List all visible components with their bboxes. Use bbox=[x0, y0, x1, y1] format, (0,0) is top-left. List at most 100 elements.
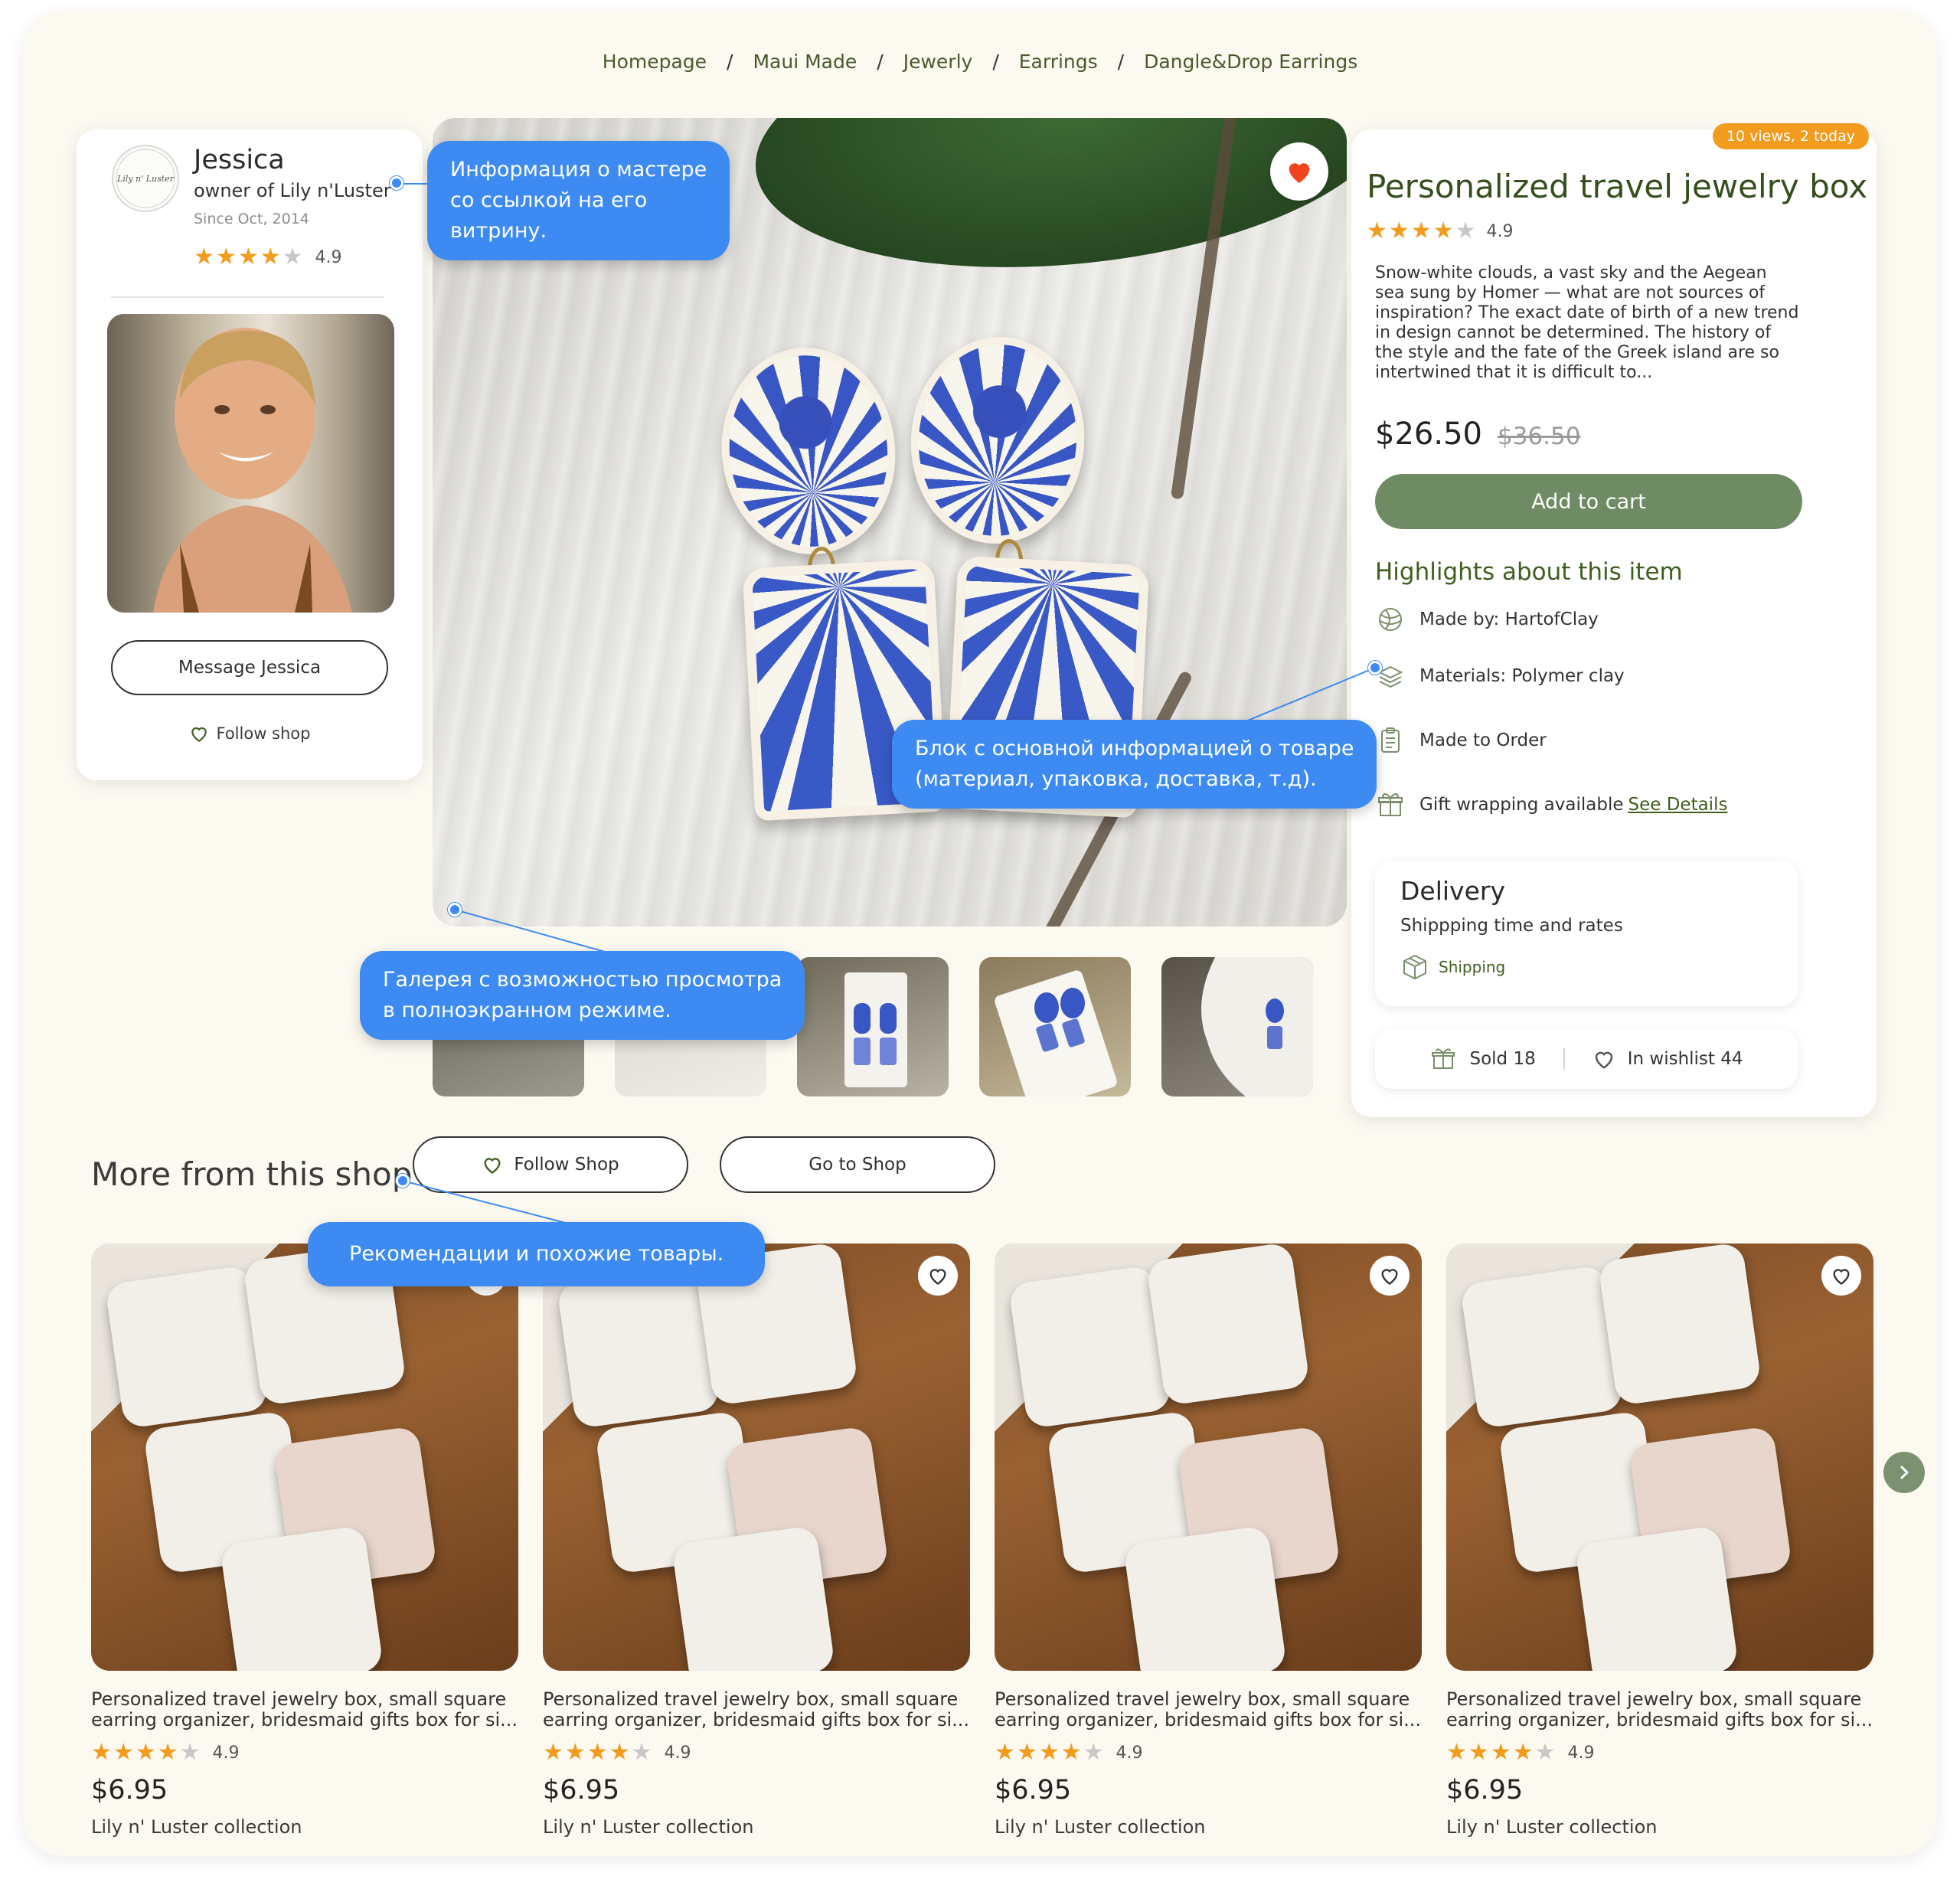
favorite-button[interactable] bbox=[1270, 142, 1328, 201]
star-empty-icon: ★ bbox=[631, 1739, 652, 1766]
sold-box-icon bbox=[1432, 1048, 1455, 1069]
recommendation-name[interactable]: Personalized travel jewelry box, small s… bbox=[995, 1689, 1422, 1730]
recommendation-name[interactable]: Personalized travel jewelry box, small s… bbox=[543, 1689, 970, 1730]
star-filled-icon: ★ bbox=[1367, 217, 1387, 244]
gallery-thumbnail[interactable] bbox=[979, 957, 1131, 1096]
thumbnail-earrings-card bbox=[995, 970, 1117, 1096]
highlight-text: Made by: HartofClay bbox=[1419, 610, 1599, 629]
recommendation-card[interactable]: Personalized travel jewelry box, small s… bbox=[1446, 1244, 1873, 1838]
message-seller-button[interactable]: Message Jessica bbox=[111, 640, 388, 695]
seller-name[interactable]: Jessica bbox=[194, 145, 285, 175]
divider bbox=[1563, 1048, 1565, 1070]
star-empty-icon: ★ bbox=[1455, 217, 1476, 244]
star-rating: ★ ★ ★ ★ ★ bbox=[1367, 220, 1476, 243]
heart-outline-icon bbox=[1381, 1269, 1398, 1285]
recommendation-card[interactable]: Personalized travel jewelry box, small s… bbox=[91, 1244, 518, 1838]
carousel-next-button[interactable] bbox=[1883, 1452, 1925, 1493]
delivery-card: Delivery Shippping time and rates Shippi… bbox=[1375, 861, 1798, 1006]
star-filled-icon: ★ bbox=[609, 1739, 630, 1766]
gallery-thumbnail[interactable] bbox=[797, 957, 949, 1096]
delivery-title: Delivery bbox=[1400, 876, 1505, 906]
star-filled-icon: ★ bbox=[91, 1739, 112, 1766]
breadcrumb-earrings[interactable]: Earrings bbox=[1019, 51, 1098, 73]
recommendation-favorite-button[interactable] bbox=[1821, 1256, 1861, 1296]
recommendation-rating: ★ ★ ★ ★ ★ 4.9 bbox=[995, 1741, 1422, 1764]
divider bbox=[111, 296, 384, 298]
shop-logo[interactable]: Lily n' Luster bbox=[112, 145, 179, 212]
gift-icon bbox=[1378, 793, 1403, 816]
recommendation-image[interactable] bbox=[543, 1244, 970, 1671]
recommendation-name[interactable]: Personalized travel jewelry box, small s… bbox=[1446, 1689, 1873, 1730]
add-to-cart-button[interactable]: Add to cart bbox=[1375, 474, 1802, 529]
star-filled-icon: ★ bbox=[1512, 1739, 1534, 1766]
star-empty-icon: ★ bbox=[1534, 1739, 1556, 1766]
star-rating: ★ ★ ★ ★ ★ bbox=[1446, 1741, 1556, 1764]
recommendation-card[interactable]: Personalized travel jewelry box, small s… bbox=[543, 1244, 970, 1838]
sold-count: Sold 18 bbox=[1469, 1049, 1536, 1069]
recommendation-image[interactable] bbox=[995, 1244, 1422, 1671]
star-filled-icon: ★ bbox=[564, 1739, 586, 1766]
heart-outline-icon bbox=[1595, 1051, 1612, 1069]
star-filled-icon: ★ bbox=[237, 243, 259, 270]
breadcrumb-current[interactable]: Dangle&Drop Earrings bbox=[1144, 51, 1357, 73]
recommendation-rating: ★ ★ ★ ★ ★ 4.9 bbox=[91, 1741, 518, 1764]
shipping-link[interactable]: Shipping bbox=[1400, 953, 1505, 982]
star-filled-icon: ★ bbox=[215, 243, 237, 270]
seller-rating-value: 4.9 bbox=[315, 247, 342, 267]
see-details-link[interactable]: See Details bbox=[1628, 795, 1728, 815]
star-filled-icon: ★ bbox=[1432, 217, 1454, 244]
go-to-shop-button[interactable]: Go to Shop bbox=[720, 1136, 995, 1193]
recommendation-price: $6.95 bbox=[995, 1775, 1072, 1806]
seller-rating: ★ ★ ★ ★ ★ 4.9 bbox=[194, 246, 342, 269]
highlight-text: Made to Order bbox=[1419, 730, 1547, 750]
recommendation-collection: Lily n' Luster collection bbox=[995, 1816, 1206, 1838]
views-badge: 10 views, 2 today bbox=[1712, 123, 1869, 149]
box-icon bbox=[1403, 954, 1426, 980]
star-filled-icon: ★ bbox=[1016, 1739, 1037, 1766]
follow-shop-link[interactable]: Follow shop bbox=[77, 724, 423, 744]
seller-portrait bbox=[153, 328, 352, 613]
earring-left-top bbox=[711, 338, 906, 564]
recommendation-favorite-button[interactable] bbox=[918, 1256, 958, 1296]
heart-outline-icon bbox=[191, 727, 207, 743]
star-filled-icon: ★ bbox=[995, 1739, 1015, 1766]
recommendation-image[interactable] bbox=[1446, 1244, 1873, 1671]
chevron-right-icon bbox=[1900, 1466, 1909, 1479]
star-empty-icon: ★ bbox=[1083, 1739, 1104, 1766]
star-filled-icon: ★ bbox=[260, 243, 281, 270]
seller-photo bbox=[107, 314, 394, 613]
breadcrumb-jewerly[interactable]: Jewerly bbox=[903, 51, 973, 73]
follow-shop-button[interactable]: Follow Shop bbox=[413, 1136, 688, 1193]
star-empty-icon: ★ bbox=[282, 243, 303, 270]
recommendation-image[interactable] bbox=[91, 1244, 518, 1671]
jewelry-box bbox=[1574, 1525, 1740, 1671]
heart-outline-icon bbox=[484, 1158, 501, 1174]
breadcrumb-homepage[interactable]: Homepage bbox=[603, 51, 707, 73]
heart-outline-icon bbox=[1833, 1269, 1850, 1285]
breadcrumb: Homepage / Maui Made / Jewerly / Earrings / Dang… bbox=[602, 51, 1358, 73]
star-filled-icon: ★ bbox=[194, 243, 214, 270]
thumbnail-earrings-card bbox=[844, 972, 907, 1087]
recommendation-price: $6.95 bbox=[91, 1775, 168, 1806]
recommendation-name[interactable]: Personalized travel jewelry box, small s… bbox=[91, 1689, 518, 1730]
star-filled-icon: ★ bbox=[1446, 1739, 1467, 1766]
clipboard-icon bbox=[1381, 727, 1400, 753]
yarn-ball-icon bbox=[1379, 608, 1402, 631]
recommendation-favorite-button[interactable] bbox=[1370, 1256, 1410, 1296]
product-rating: ★ ★ ★ ★ ★ 4.9 bbox=[1367, 220, 1514, 243]
star-rating: ★ ★ ★ ★ ★ bbox=[995, 1741, 1104, 1764]
seller-card: Lily n' Luster Jessica owner of Lily n'L… bbox=[77, 129, 423, 780]
jewelry-box bbox=[671, 1525, 836, 1671]
stats-card: Sold 18 In wishlist 44 bbox=[1375, 1029, 1798, 1089]
annotation-recommendations: Рекомендации и похожие товары. bbox=[308, 1222, 766, 1286]
star-rating: ★ ★ ★ ★ ★ bbox=[91, 1741, 201, 1764]
wishlist-stat: In wishlist 44 bbox=[1592, 1047, 1743, 1070]
gallery-thumbnail[interactable] bbox=[1161, 957, 1313, 1096]
annotation-product-info: Блок с основной информацией о товаре (ма… bbox=[892, 720, 1377, 809]
breadcrumb-maui-made[interactable]: Maui Made bbox=[753, 51, 857, 73]
more-from-shop-title: More from this shop bbox=[91, 1155, 413, 1193]
shipping-label: Shipping bbox=[1439, 958, 1506, 976]
recommendation-card[interactable]: Personalized travel jewelry box, small s… bbox=[995, 1244, 1422, 1838]
annotation-dot bbox=[396, 1174, 410, 1188]
jewelry-box bbox=[1122, 1525, 1288, 1671]
